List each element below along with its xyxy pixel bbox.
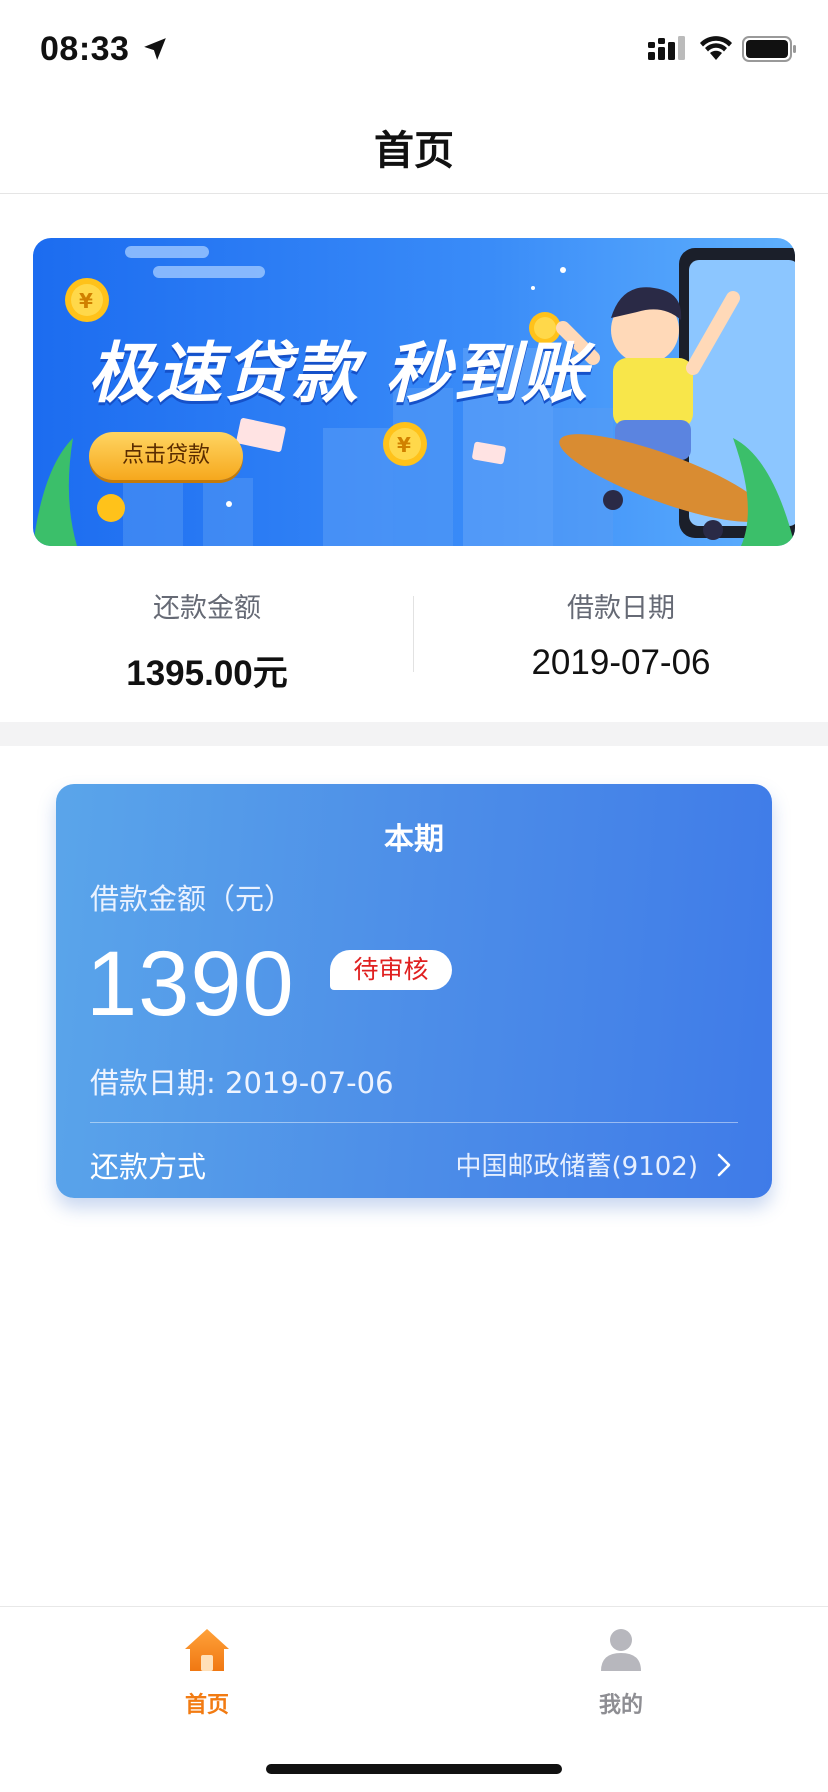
- svg-text:¥: ¥: [79, 289, 93, 313]
- card-loan-date: 借款日期: 2019-07-06: [90, 1066, 394, 1100]
- tab-home[interactable]: 首页: [0, 1607, 414, 1727]
- repay-method-value: 中国邮政储蓄(9102): [455, 1152, 698, 1182]
- banner-headline: 极速贷款 秒到账: [88, 335, 589, 412]
- tab-mine-label: 我的: [598, 1693, 643, 1718]
- loan-amount-value: 1390: [86, 933, 295, 1035]
- status-time: 08:33: [40, 30, 130, 68]
- repay-amount-value: 1395.00元: [126, 654, 288, 693]
- apply-loan-button[interactable]: 点击贷款: [89, 432, 243, 480]
- repay-amount-label: 还款金额: [153, 593, 261, 624]
- repay-amount-block: 还款金额 1395.00元: [0, 560, 414, 696]
- repay-method-label: 还款方式: [90, 1150, 207, 1184]
- location-arrow-icon: [144, 38, 166, 60]
- loan-date-value: 2019-07-06: [531, 643, 711, 682]
- home-icon: [185, 1629, 229, 1671]
- battery-icon: [742, 36, 796, 62]
- user-icon: [601, 1629, 641, 1671]
- page-title: 首页: [374, 128, 454, 174]
- repay-method-row[interactable]: 还款方式 中国邮政储蓄(9102): [56, 1122, 772, 1198]
- tab-home-label: 首页: [184, 1693, 229, 1718]
- home-indicator: [266, 1764, 562, 1774]
- status-bar: 08:33: [0, 0, 828, 100]
- loan-amount-label: 借款金额（元）: [90, 882, 294, 916]
- svg-text:¥: ¥: [397, 433, 411, 457]
- current-loan-card[interactable]: 本期 借款金额（元） 1390 待审核 借款日期: 2019-07-06 还款方…: [56, 784, 772, 1198]
- nav-header: 首页: [0, 100, 828, 194]
- loan-date-label: 借款日期: [567, 593, 675, 624]
- promo-banner[interactable]: ¥ ¥ 极速贷款 秒到账 点击贷款: [33, 238, 795, 546]
- card-title: 本期: [384, 822, 444, 857]
- repayment-summary: 还款金额 1395.00元 借款日期 2019-07-06: [0, 560, 828, 722]
- status-badge: 待审核: [330, 950, 452, 990]
- tab-mine[interactable]: 我的: [414, 1607, 828, 1727]
- loan-date-block: 借款日期 2019-07-06: [414, 560, 828, 683]
- cellular-signal-icon: [648, 36, 685, 60]
- wifi-icon: [700, 36, 732, 60]
- chevron-right-icon: [717, 1153, 731, 1177]
- section-separator: [0, 722, 828, 746]
